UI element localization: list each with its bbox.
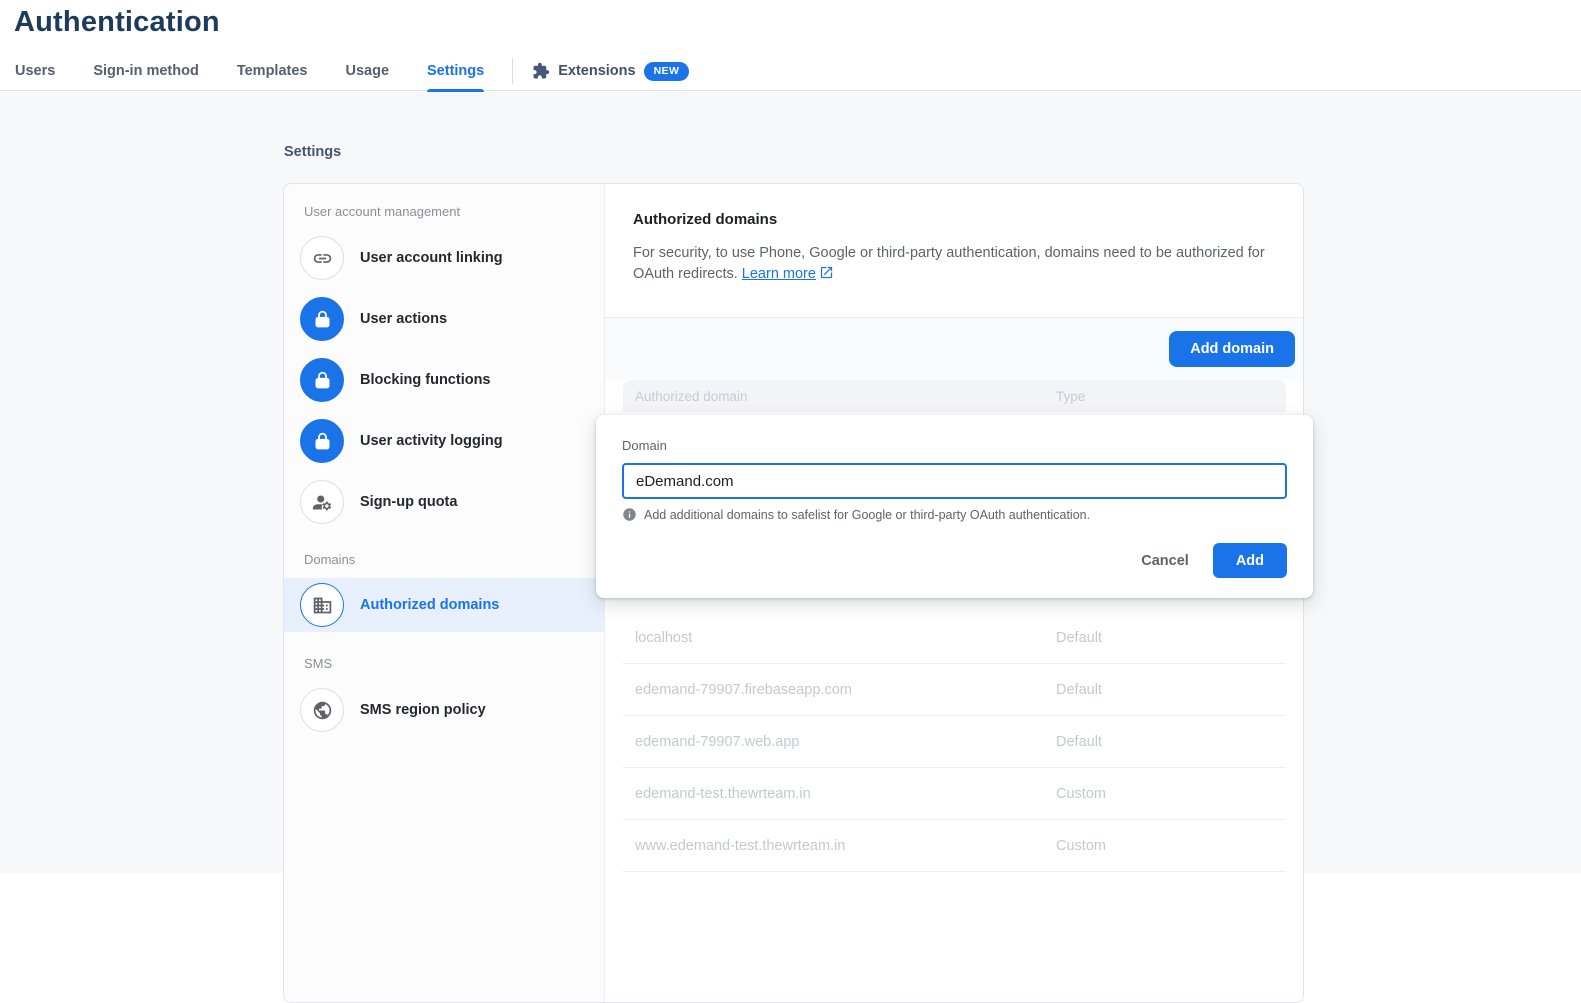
- sidebar-item-label: Sign-up quota: [360, 494, 458, 510]
- sidebar-item-sms-region-policy[interactable]: SMS region policy: [284, 688, 604, 732]
- globe-icon: [300, 688, 344, 732]
- add-domain-dialog: Domain Add additional domains to safelis…: [596, 415, 1313, 598]
- sidebar-item-label: User account linking: [360, 250, 503, 266]
- tab-settings[interactable]: Settings: [408, 52, 503, 92]
- domain-cell: www.edemand-test.thewrteam.in: [635, 837, 846, 854]
- column-header-type: Type: [1056, 388, 1086, 404]
- manage-accounts-icon: [300, 480, 344, 524]
- dialog-helper: Add additional domains to safelist for G…: [622, 507, 1287, 522]
- nav-section-header: Domains: [304, 552, 356, 567]
- sidebar-item-label: User actions: [360, 311, 448, 327]
- type-cell: Default: [1056, 681, 1102, 698]
- type-cell: Default: [1056, 629, 1102, 646]
- new-badge: NEW: [643, 61, 690, 81]
- sidebar-item-user-account-linking[interactable]: User account linking: [284, 236, 604, 280]
- sidebar-item-user-actions[interactable]: User actions: [284, 297, 604, 341]
- table-row: edemand-test.thewrteam.in Custom: [623, 768, 1286, 820]
- sidebar-item-label: Blocking functions: [360, 372, 491, 388]
- domain-field-label: Domain: [622, 438, 667, 453]
- link-icon: [300, 236, 344, 280]
- domain-icon: [300, 583, 344, 627]
- lock-icon: [300, 297, 344, 341]
- table-row: edemand-79907.firebaseapp.com Default: [623, 664, 1286, 716]
- sidebar-item-label: Authorized domains: [360, 597, 500, 613]
- add-button[interactable]: Add: [1212, 543, 1287, 578]
- nav-section-header: User account management: [304, 204, 461, 219]
- table-row: edemand-79907.web.app Default: [623, 716, 1286, 768]
- open-in-new-icon: [820, 266, 833, 279]
- dialog-actions: Cancel Add: [622, 543, 1287, 578]
- column-header-authorized-domain: Authorized domain: [635, 388, 748, 404]
- domain-cell: edemand-79907.firebaseapp.com: [635, 681, 852, 698]
- domain-cell: edemand-test.thewrteam.in: [635, 785, 811, 802]
- app-header: Authentication: [0, 0, 1581, 39]
- settings-section-title: Settings: [284, 144, 342, 160]
- sidebar-item-blocking-functions[interactable]: Blocking functions: [284, 358, 604, 402]
- lock-icon: [300, 419, 344, 463]
- type-cell: Custom: [1056, 837, 1106, 854]
- tab-users[interactable]: Users: [0, 52, 74, 91]
- extension-puzzle-icon: [533, 62, 550, 79]
- tab-extensions-label: Extensions: [558, 63, 636, 79]
- cancel-button[interactable]: Cancel: [1129, 545, 1201, 577]
- nav-section-header: SMS: [304, 656, 333, 671]
- panel-description: For security, to use Phone, Google or th…: [633, 243, 1275, 285]
- type-cell: Custom: [1056, 785, 1106, 802]
- info-icon: [623, 508, 636, 521]
- sidebar-item-label: User activity logging: [360, 433, 503, 449]
- lock-icon: [300, 358, 344, 402]
- tab-templates[interactable]: Templates: [218, 52, 327, 91]
- tab-sign-in-method[interactable]: Sign-in method: [74, 52, 218, 91]
- add-domain-button[interactable]: Add domain: [1169, 331, 1295, 367]
- domain-input[interactable]: [622, 463, 1287, 499]
- tab-divider: [512, 58, 514, 84]
- sidebar-item-authorized-domains[interactable]: Authorized domains: [284, 578, 604, 632]
- sidebar-item-sign-up-quota[interactable]: Sign-up quota: [284, 480, 604, 524]
- panel-description-text: For security, to use Phone, Google or th…: [633, 245, 1265, 282]
- panel-heading: Authorized domains: [633, 211, 778, 228]
- table-row: localhost Default: [623, 612, 1286, 664]
- learn-more-label: Learn more: [741, 266, 816, 282]
- page-title: Authentication: [14, 6, 220, 38]
- sidebar-item-label: SMS region policy: [360, 702, 486, 718]
- tab-bar: Users Sign-in method Templates Usage Set…: [0, 52, 1581, 92]
- tab-extensions[interactable]: Extensions NEW: [522, 61, 699, 81]
- tab-usage[interactable]: Usage: [326, 52, 408, 91]
- table-header-row: Authorized domain Type: [623, 380, 1286, 412]
- sidebar-item-user-activity-logging[interactable]: User activity logging: [284, 419, 604, 463]
- dialog-helper-text: Add additional domains to safelist for G…: [644, 507, 1091, 522]
- panel-info-section: Authorized domains For security, to use …: [605, 184, 1303, 318]
- learn-more-link[interactable]: Learn more: [742, 266, 834, 282]
- settings-side-nav: User account management User account lin…: [284, 184, 605, 1002]
- domain-cell: edemand-79907.web.app: [635, 733, 800, 750]
- type-cell: Default: [1056, 733, 1102, 750]
- table-row: www.edemand-test.thewrteam.in Custom: [623, 820, 1286, 872]
- panel-actions-section: Add domain: [605, 318, 1303, 380]
- domain-cell: localhost: [635, 629, 693, 646]
